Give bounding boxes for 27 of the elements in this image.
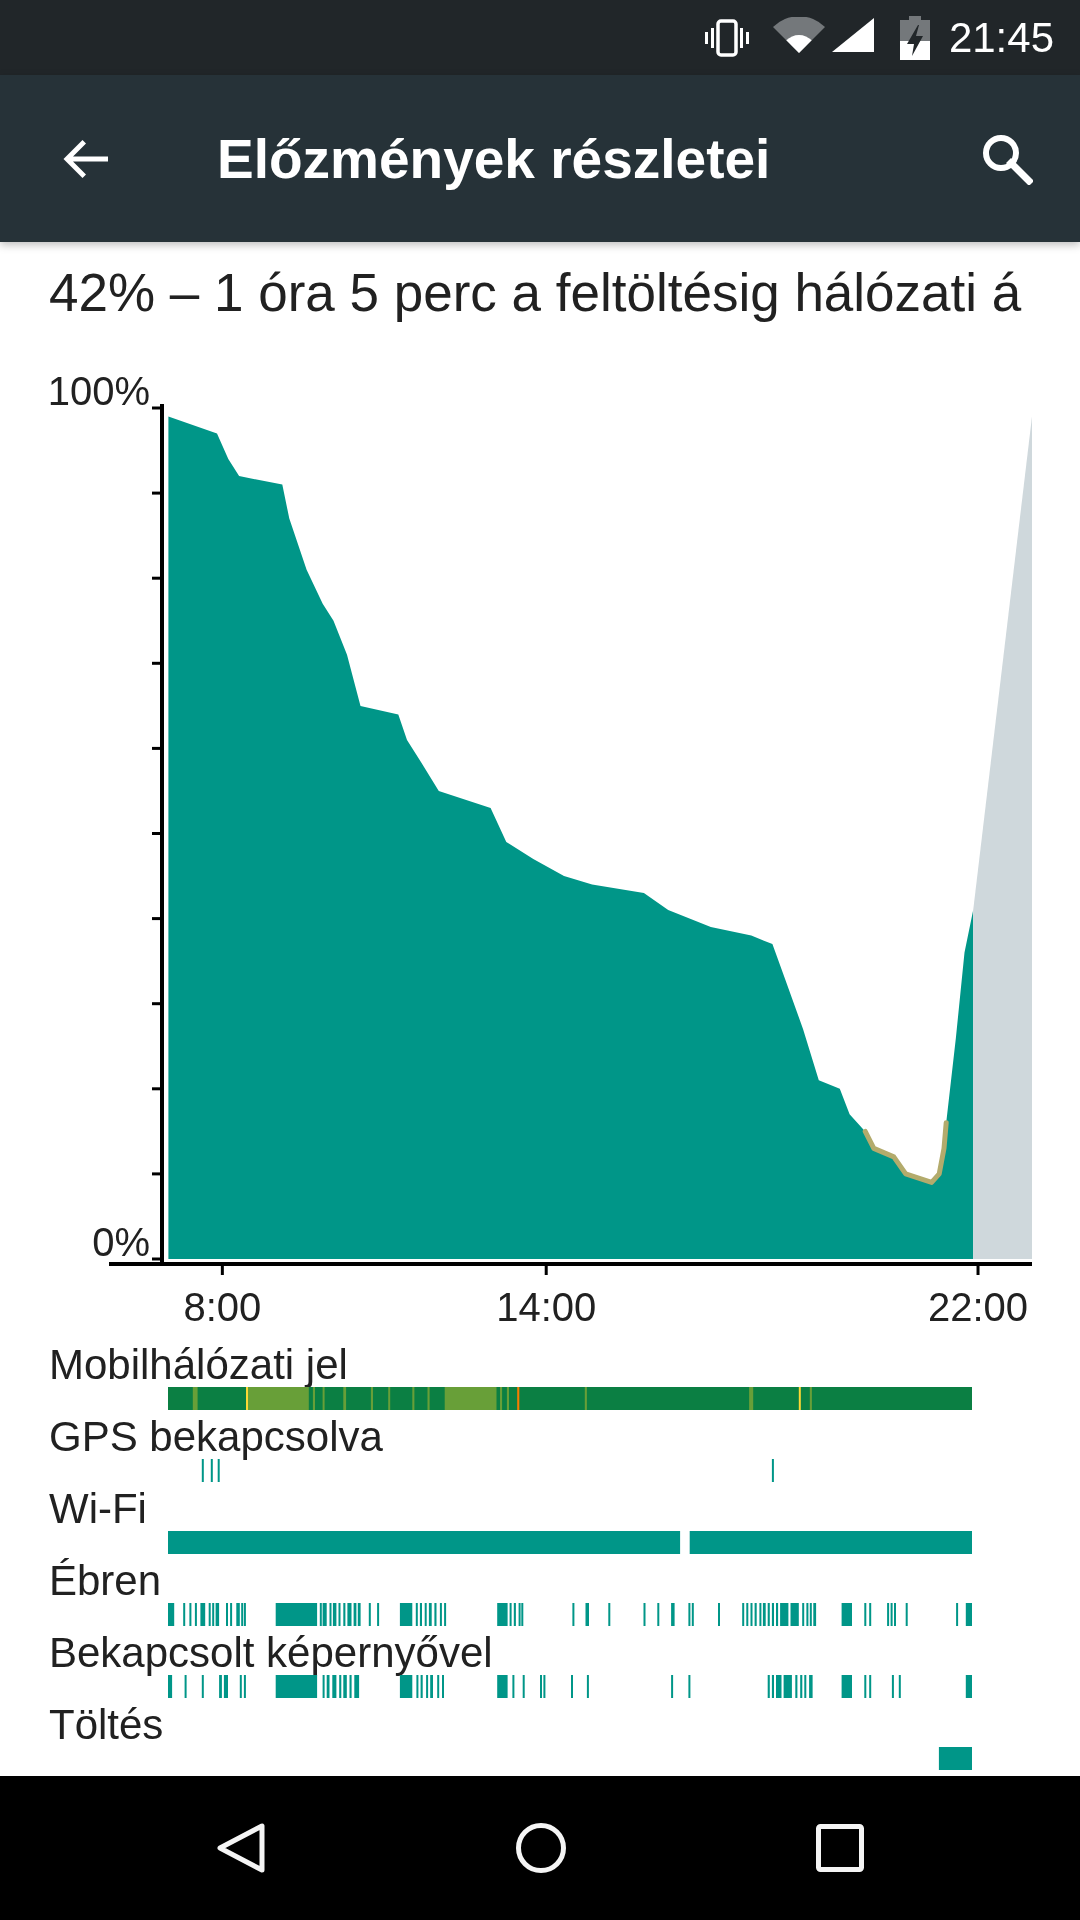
battery-charging-icon [899,15,930,60]
back-triangle-icon [216,1823,266,1873]
track-label: Mobilhálózati jel [49,1343,348,1387]
home-circle-icon [516,1823,566,1873]
nav-back-button[interactable] [216,1823,266,1873]
charging-timeline-drawing [938,1747,972,1770]
recents-button[interactable] [816,1824,864,1872]
wifi-icon [772,16,825,53]
status-time: 21:45 [948,12,1054,63]
x-tick-label: 8:00 [183,1285,262,1329]
track-label: Wi-Fi [49,1487,147,1531]
charge-summary: 42% – 1 óra 5 perc a feltöltésig hálózati á [49,264,1023,322]
track-label: Töltés [49,1703,164,1747]
home-button[interactable] [516,1823,566,1873]
search-button[interactable] [981,132,1033,185]
y-tick-label: 100% [47,369,150,413]
track-label: Bekapcsolt képernyővel [49,1631,493,1675]
search-icon [981,132,1033,185]
x-tick-label: 22:00 [927,1285,1029,1329]
y-tick-label: 0% [92,1220,150,1264]
x-tick-label: 14:00 [496,1285,597,1329]
track-label: Ébren [49,1559,162,1603]
vibrate-icon [703,18,750,57]
signal-icon [831,17,874,52]
recents-square-icon [816,1824,864,1872]
screen-title: Előzmények részletei [217,127,771,190]
track-label: GPS bekapcsolva [49,1415,383,1459]
